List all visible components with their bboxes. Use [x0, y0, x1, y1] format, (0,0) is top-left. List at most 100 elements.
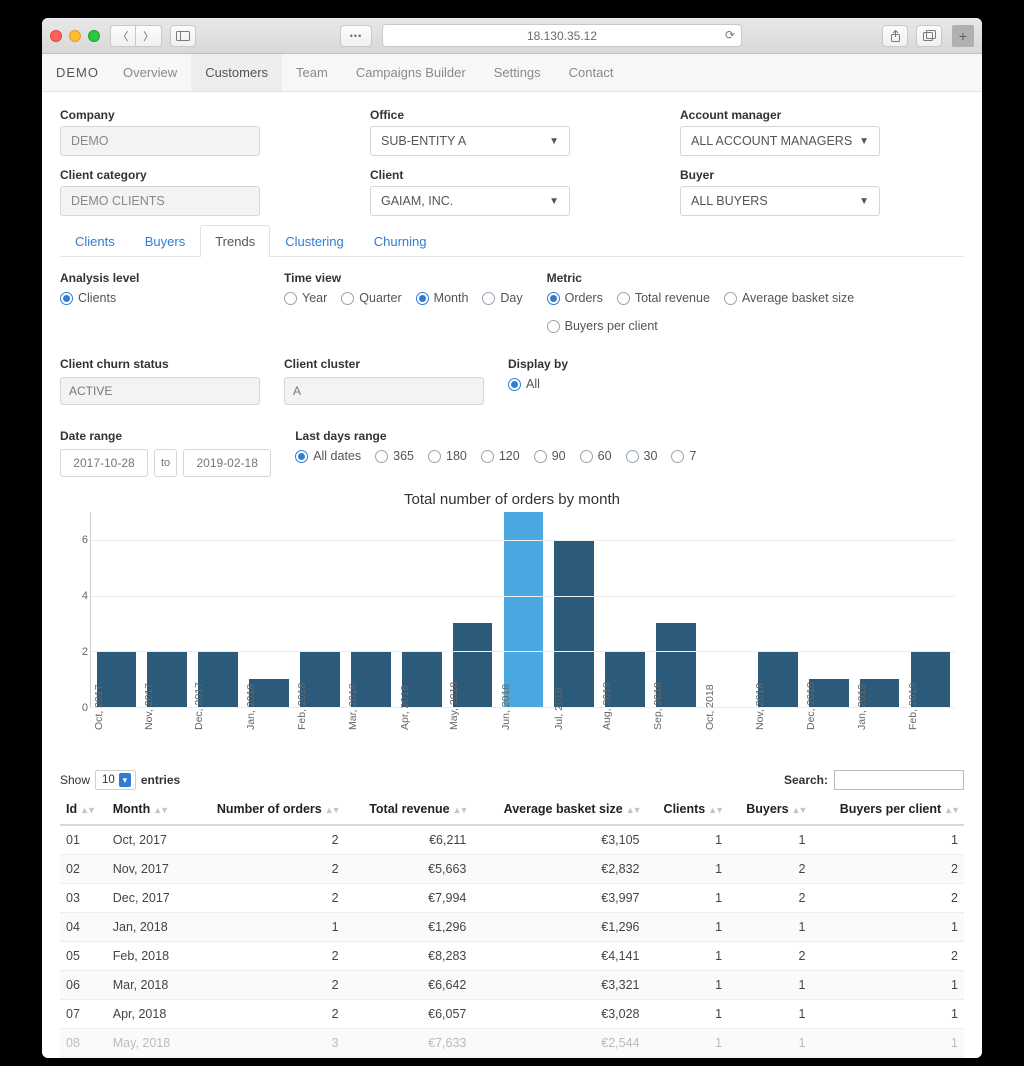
client-cluster-field[interactable]: A — [284, 377, 484, 405]
address-bar-text: 18.130.35.12 — [527, 29, 597, 43]
radio-dot-icon — [481, 450, 494, 463]
radio-30[interactable]: 30 — [626, 449, 658, 463]
date-to-input[interactable]: 2019-02-18 — [183, 449, 271, 477]
col-id[interactable]: Id▲▼ — [60, 794, 107, 825]
radio-dot-icon — [295, 450, 308, 463]
display-by-radios: All — [508, 377, 964, 391]
table-row[interactable]: 06Mar, 20182€6,642€3,321111 — [60, 971, 964, 1000]
data-table: Id▲▼Month▲▼Number of orders▲▼Total reven… — [60, 794, 964, 1058]
x-tick: Nov, 2017 — [143, 683, 155, 730]
col-buyers[interactable]: Buyers▲▼ — [728, 794, 811, 825]
date-from-input[interactable]: 2017-10-28 — [60, 449, 148, 477]
table-row[interactable]: 05Feb, 20182€8,283€4,141122 — [60, 942, 964, 971]
x-tick: Jul, 2018 — [553, 687, 565, 730]
share-icon — [890, 30, 901, 42]
table-row[interactable]: 04Jan, 20181€1,296€1,296111 — [60, 913, 964, 942]
buyer-dropdown[interactable]: ALL BUYERS ▼ — [680, 186, 880, 216]
col-clients[interactable]: Clients▲▼ — [646, 794, 729, 825]
nav-campaigns-builder[interactable]: Campaigns Builder — [342, 54, 480, 91]
table-row[interactable]: 08May, 20183€7,633€2,544111 — [60, 1029, 964, 1058]
site-settings-button[interactable]: ••• — [340, 25, 372, 47]
zoom-window-button[interactable] — [88, 30, 100, 42]
col-average-basket-size[interactable]: Average basket size▲▼ — [472, 794, 645, 825]
radio-total-revenue[interactable]: Total revenue — [617, 291, 710, 305]
forward-button[interactable]: 〉 — [136, 25, 162, 47]
nav-customers[interactable]: Customers — [191, 54, 282, 91]
orders-bar-chart: 0246 Oct, 2017Nov, 2017Dec, 2017Jan, 201… — [90, 512, 956, 742]
client-cluster-label: Client cluster — [284, 357, 484, 371]
churn-status-label: Client churn status — [60, 357, 260, 371]
tab-buyers[interactable]: Buyers — [130, 225, 200, 257]
y-tick: 2 — [82, 646, 88, 658]
radio-365[interactable]: 365 — [375, 449, 414, 463]
sort-icon: ▲▼ — [708, 805, 722, 815]
radio-clients[interactable]: Clients — [60, 291, 116, 305]
tab-clients[interactable]: Clients — [60, 225, 130, 257]
browser-window: 〈 〉 ••• 18.130.35.12 ⟳ + DEMO OverviewCu… — [42, 18, 982, 1058]
radio-average-basket-size[interactable]: Average basket size — [724, 291, 854, 305]
col-total-revenue[interactable]: Total revenue▲▼ — [345, 794, 473, 825]
sort-icon: ▲▼ — [153, 805, 167, 815]
sort-icon: ▲▼ — [80, 805, 94, 815]
reload-icon[interactable]: ⟳ — [725, 28, 735, 42]
radio-orders[interactable]: Orders — [547, 291, 603, 305]
radio-7[interactable]: 7 — [671, 449, 696, 463]
account-manager-dropdown[interactable]: ALL ACCOUNT MANAGERS ▼ — [680, 126, 880, 156]
close-window-button[interactable] — [50, 30, 62, 42]
radio-90[interactable]: 90 — [534, 449, 566, 463]
sort-icon: ▲▼ — [792, 805, 806, 815]
nav-team[interactable]: Team — [282, 54, 342, 91]
entries-selector: Show 10 ▾ entries — [60, 770, 180, 790]
date-range-row: 2017-10-28 to 2019-02-18 — [60, 449, 271, 477]
radio-60[interactable]: 60 — [580, 449, 612, 463]
col-buyers-per-client[interactable]: Buyers per client▲▼ — [811, 794, 964, 825]
sidebar-toggle-button[interactable] — [170, 25, 196, 47]
sort-icon: ▲▼ — [325, 805, 339, 815]
radio-buyers-per-client[interactable]: Buyers per client — [547, 319, 658, 333]
table-row[interactable]: 03Dec, 20172€7,994€3,997122 — [60, 884, 964, 913]
table-row[interactable]: 01Oct, 20172€6,211€3,105111 — [60, 825, 964, 855]
radio-dot-icon — [482, 292, 495, 305]
table-row[interactable]: 02Nov, 20172€5,663€2,832122 — [60, 855, 964, 884]
back-button[interactable]: 〈 — [110, 25, 136, 47]
radio-dot-icon — [375, 450, 388, 463]
radio-month[interactable]: Month — [416, 291, 469, 305]
chart-section: Total number of orders by month 0246 Oct… — [60, 491, 964, 742]
radio-all-dates[interactable]: All dates — [295, 449, 361, 463]
radio-day[interactable]: Day — [482, 291, 522, 305]
entries-length-dropdown[interactable]: 10 ▾ — [95, 770, 136, 790]
radio-quarter[interactable]: Quarter — [341, 291, 401, 305]
share-button[interactable] — [882, 25, 908, 47]
tab-clustering[interactable]: Clustering — [270, 225, 359, 257]
analysis-level-label: Analysis level — [60, 271, 260, 285]
tab-trends[interactable]: Trends — [200, 225, 270, 257]
radio-120[interactable]: 120 — [481, 449, 520, 463]
minimize-window-button[interactable] — [69, 30, 81, 42]
radio-dot-icon — [724, 292, 737, 305]
x-tick: Jan, 2018 — [245, 684, 257, 730]
col-number-of-orders[interactable]: Number of orders▲▼ — [188, 794, 345, 825]
sort-icon: ▲▼ — [453, 805, 467, 815]
date-range-label: Date range — [60, 429, 271, 443]
metric-radios: Orders Total revenue Average basket size Bu… — [547, 291, 964, 333]
churn-status-field[interactable]: ACTIVE — [60, 377, 260, 405]
bar[interactable] — [554, 540, 594, 707]
tab-churning[interactable]: Churning — [359, 225, 442, 257]
tabs-button[interactable] — [916, 25, 942, 47]
search-input[interactable] — [834, 770, 964, 790]
table-row[interactable]: 07Apr, 20182€6,057€3,028111 — [60, 1000, 964, 1029]
col-month[interactable]: Month▲▼ — [107, 794, 188, 825]
new-tab-button[interactable]: + — [952, 25, 974, 47]
x-tick: Aug, 2018 — [601, 682, 613, 730]
radio-year[interactable]: Year — [284, 291, 327, 305]
radio-dot-icon — [341, 292, 354, 305]
nav-contact[interactable]: Contact — [555, 54, 628, 91]
client-dropdown[interactable]: GAIAM, INC. ▼ — [370, 186, 570, 216]
address-bar[interactable]: 18.130.35.12 ⟳ — [382, 24, 742, 47]
office-dropdown[interactable]: SUB-ENTITY A ▼ — [370, 126, 570, 156]
nav-overview[interactable]: Overview — [109, 54, 191, 91]
radio-all[interactable]: All — [508, 377, 540, 391]
nav-settings[interactable]: Settings — [480, 54, 555, 91]
radio-180[interactable]: 180 — [428, 449, 467, 463]
bar[interactable] — [504, 512, 544, 707]
